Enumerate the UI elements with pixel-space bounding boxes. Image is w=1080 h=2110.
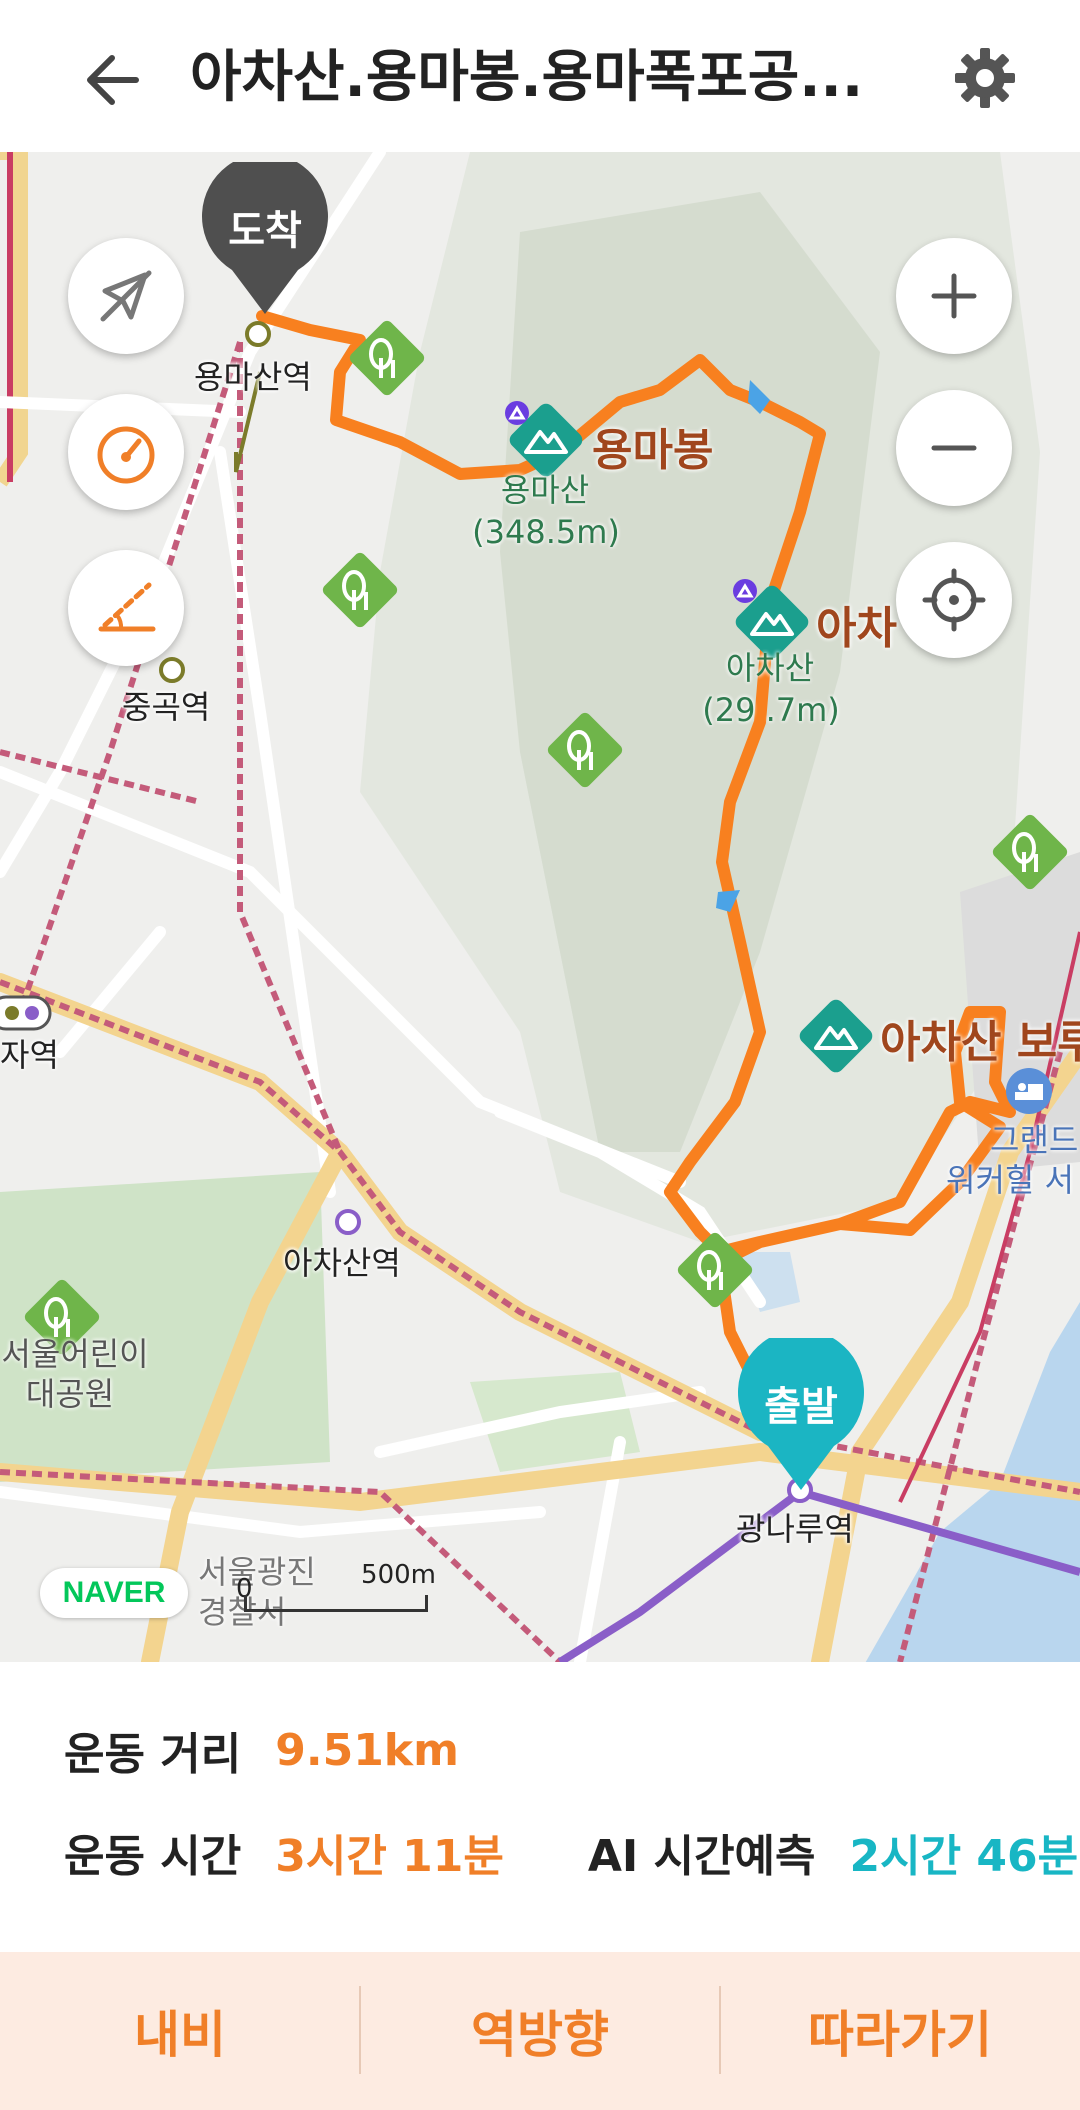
crosshair-icon: [922, 568, 986, 632]
poi-label: 아차산 보루: [880, 1017, 1080, 1068]
zoom-in-button[interactable]: [896, 238, 1012, 354]
speedometer-icon: [97, 426, 155, 484]
arrival-label: 도착: [228, 208, 302, 254]
tree-poi-icon[interactable]: [320, 550, 400, 630]
distance-label: 운동 거리: [64, 1729, 242, 1780]
ai-estimate-value: 2시간 46분: [849, 1831, 1079, 1882]
start-label: 출발: [764, 1384, 838, 1430]
page-title: 아차산.용마봉.용마폭포공...: [190, 45, 864, 110]
distance-row: 운동 거리 9.51km: [64, 1718, 459, 1782]
naver-logo: NAVER: [40, 1568, 188, 1618]
peak-height: (29 .7m): [702, 691, 840, 729]
start-marker[interactable]: 출발: [738, 1329, 864, 1498]
arrival-marker[interactable]: 도착: [202, 153, 328, 322]
settings-button[interactable]: [945, 38, 1025, 118]
park-label-line2: 대공원: [25, 1375, 115, 1413]
zoom-out-button[interactable]: [896, 390, 1012, 506]
tree-poi-icon[interactable]: [990, 812, 1070, 892]
back-button[interactable]: [70, 40, 150, 120]
scale-distance: 500m: [361, 1560, 436, 1590]
ai-estimate-label: AI 시간예측: [587, 1831, 816, 1882]
stats-panel: 운동 거리 9.51km 운동 시간 3시간 11분 AI 시간예측 2시간 4…: [0, 1662, 1080, 1952]
divider: [719, 1986, 721, 2074]
gear-icon: [955, 48, 1015, 108]
station-label: 중곡역: [122, 688, 211, 726]
divider: [359, 1986, 361, 2074]
top-app-bar: 아차산.용마봉.용마폭포공...: [0, 0, 1080, 152]
action-bar: 내비 역방향 따라가기: [0, 1952, 1080, 2110]
tree-poi-icon[interactable]: [675, 1230, 755, 1310]
map-scale: 0 500m: [236, 1560, 436, 1622]
peak-label: 아차: [816, 603, 897, 654]
reverse-button[interactable]: 역방향: [360, 1952, 720, 2110]
hotel-icon[interactable]: [1004, 1066, 1054, 1116]
station-label: 자역: [0, 1036, 59, 1074]
navigate-button[interactable]: 내비: [0, 1952, 360, 2110]
slope-icon: [98, 582, 156, 632]
distance-value: 9.51km: [275, 1724, 459, 1776]
station-label: 광나루역: [736, 1510, 854, 1548]
time-value: 3시간 11분: [275, 1831, 504, 1882]
park-label-line1: 서울어린이: [1, 1335, 149, 1373]
follow-button[interactable]: 따라가기: [720, 1952, 1080, 2110]
peak-name: 아차산: [725, 649, 815, 687]
plus-icon: [931, 273, 977, 319]
time-label: 운동 시간: [64, 1831, 242, 1882]
peak-height: (348.5m): [472, 513, 620, 551]
speed-button[interactable]: [68, 394, 184, 510]
summit-badge-icon: [733, 579, 757, 603]
tree-poi-icon[interactable]: [347, 318, 427, 398]
compass-off-icon: [100, 270, 152, 322]
slope-button[interactable]: [68, 550, 184, 666]
summit-badge-icon: [505, 401, 529, 425]
arrow-left-icon: [87, 55, 139, 105]
hotel-label-line1: 그랜드: [990, 1121, 1079, 1159]
map-canvas: [0, 152, 1080, 1662]
station-label: 아차산역: [283, 1244, 401, 1282]
locate-button[interactable]: [896, 542, 1012, 658]
compass-toggle-button[interactable]: [68, 238, 184, 354]
tree-poi-icon[interactable]: [545, 710, 625, 790]
time-row: 운동 시간 3시간 11분 AI 시간예측 2시간 46분: [64, 1820, 1078, 1884]
minus-icon: [931, 445, 977, 451]
mountain-peak-icon[interactable]: [794, 994, 878, 1078]
peak-name: 용마산: [500, 471, 590, 509]
map-view[interactable]: 용마산역 중곡역 아차산역 광나루역 자역 용마봉 용마산 (348.5m) 아…: [0, 152, 1080, 1662]
scale-bar: [244, 1595, 428, 1612]
station-label: 용마산역: [194, 358, 312, 396]
peak-label: 용마봉: [592, 425, 714, 476]
hotel-label-line2: 워커힐 서: [946, 1161, 1074, 1199]
